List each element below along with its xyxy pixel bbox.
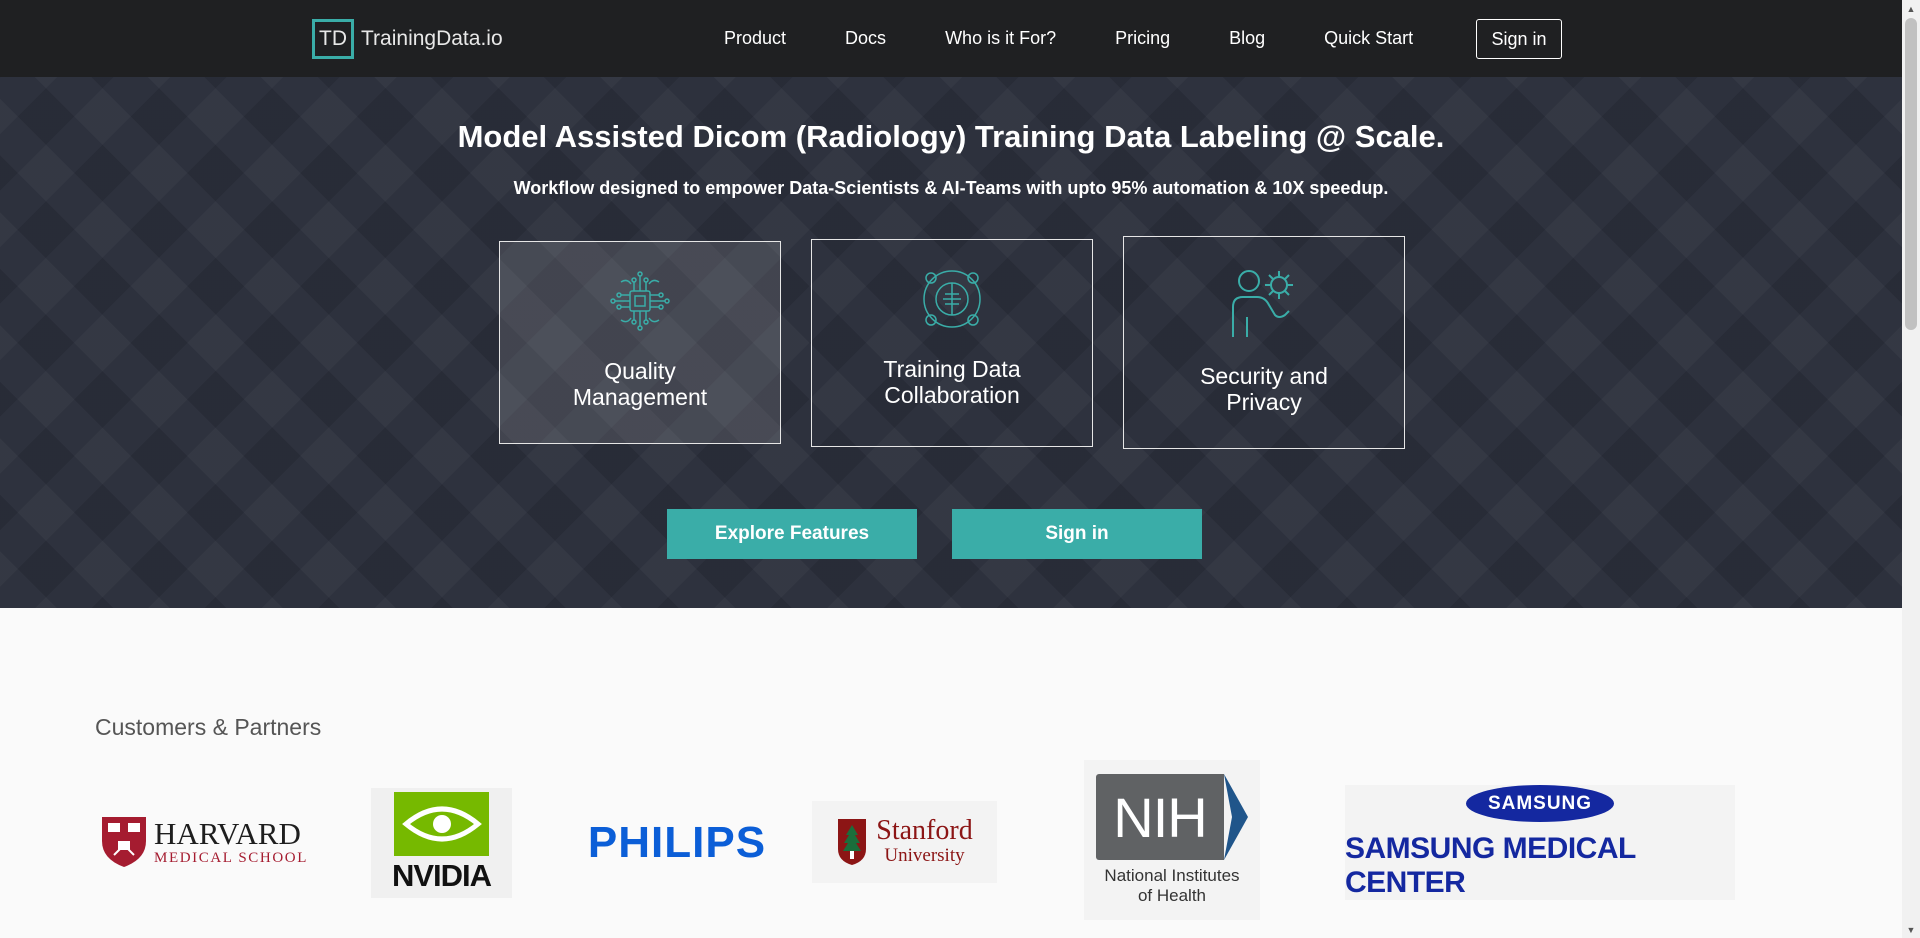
harvard-subtitle: MEDICAL SCHOOL [154, 849, 308, 866]
page-scrollbar[interactable]: ▲ ▼ [1902, 0, 1920, 938]
nih-name-line2: of Health [1137, 886, 1207, 905]
nih-logo: NIH National Institutes of Health [1084, 760, 1260, 920]
stanford-subtitle: University [884, 845, 965, 866]
nav-link-who-is-it-for[interactable]: Who is it For? [945, 28, 1056, 49]
philips-logo: PHILIPS [582, 818, 772, 868]
top-navbar: TD TrainingData.io Product Docs Who is i… [0, 0, 1902, 77]
circuit-chip-icon [610, 271, 670, 331]
samsung-ellipse: SAMSUNG [1466, 785, 1614, 822]
samsung-medical-center-logo: SAMSUNG SAMSUNG MEDICAL CENTER [1345, 785, 1735, 900]
scroll-down-arrow-icon[interactable]: ▼ [1902, 921, 1920, 938]
partners-title: Customers & Partners [95, 714, 322, 740]
nvidia-wordmark: NVIDIA [391, 858, 492, 893]
nav-link-product[interactable]: Product [724, 28, 786, 49]
harvard-logo: HARVARD MEDICAL SCHOOL [98, 812, 310, 872]
brand-logo[interactable]: TD TrainingData.io [312, 19, 503, 59]
stanford-tree-icon [838, 819, 867, 865]
scroll-up-arrow-icon[interactable]: ▲ [1902, 0, 1920, 17]
nav-link-docs[interactable]: Docs [845, 28, 886, 49]
harvard-shield-icon [102, 817, 147, 867]
stanford-logo: Stanford University [812, 801, 997, 883]
card-training-data-collaboration[interactable]: Training Data Collaboration [811, 239, 1093, 447]
nih-wordmark: NIH [1113, 785, 1207, 849]
nih-name-line1: National Institutes [1104, 866, 1240, 885]
nih-badge: NIH [1096, 774, 1248, 860]
nav-links: Product Docs Who is it For? Pricing Blog… [700, 0, 1413, 77]
nvidia-logo: NVIDIA [371, 788, 512, 898]
nav-link-quick-start[interactable]: Quick Start [1324, 28, 1413, 49]
scroll-thumb[interactable] [1905, 18, 1917, 330]
user-shield-icon [1232, 270, 1293, 337]
nav-link-blog[interactable]: Blog [1229, 28, 1265, 49]
card-quality-management[interactable]: Quality Management [499, 241, 781, 444]
card-label: Quality Management [572, 358, 708, 410]
card-label: Security and Privacy [1200, 363, 1328, 415]
nih-arrow-icon [1224, 774, 1248, 860]
brand-name: TrainingData.io [361, 27, 503, 50]
explore-features-button[interactable]: Explore Features [667, 509, 917, 559]
brand-logo-mark: TD [312, 19, 354, 59]
hero-title: Model Assisted Dicom (Radiology) Trainin… [457, 119, 1445, 154]
hero-subtitle: Workflow designed to empower Data-Scient… [513, 178, 1389, 198]
hero-signin-button[interactable]: Sign in [952, 509, 1202, 559]
nav-link-pricing[interactable]: Pricing [1115, 28, 1170, 49]
hero-section: Model Assisted Dicom (Radiology) Trainin… [0, 77, 1902, 608]
card-label: Training Data Collaboration [883, 356, 1021, 408]
card-security-and-privacy[interactable]: Security and Privacy [1123, 236, 1405, 449]
nav-signin-button[interactable]: Sign in [1476, 19, 1562, 59]
philips-wordmark: PHILIPS [587, 818, 767, 867]
stanford-name: Stanford [876, 815, 973, 846]
samsung-medical-center-name: SAMSUNG MEDICAL CENTER [1345, 832, 1636, 899]
harvard-name: HARVARD [154, 815, 301, 851]
samsung-wordmark: SAMSUNG [1487, 792, 1593, 814]
collaboration-network-icon [923, 270, 981, 328]
nvidia-eye-icon [394, 792, 489, 856]
